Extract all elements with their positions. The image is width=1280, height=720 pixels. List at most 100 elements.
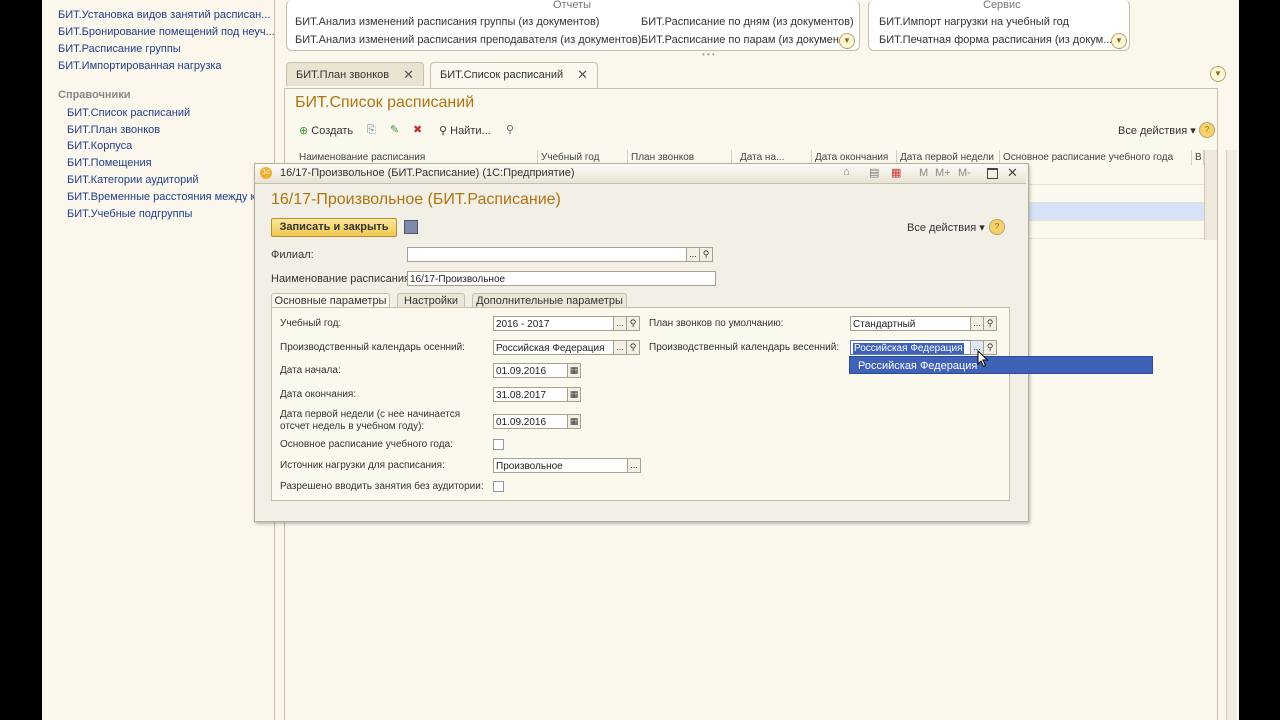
home-icon[interactable]: ⌂	[843, 166, 850, 178]
search-icon[interactable]: ⚲	[699, 247, 713, 262]
report-link-group-changes[interactable]: БИТ.Анализ изменений расписания группы (…	[295, 16, 599, 28]
navigation-panel: БИТ.Установка видов занятий расписан... …	[42, 0, 275, 720]
list-form-title: БИТ.Список расписаний	[295, 94, 475, 111]
autumn-calendar-field[interactable]: Российская Федерация	[493, 340, 614, 355]
nav-link-buildings[interactable]: БИТ.Корпуса	[67, 140, 132, 152]
nav-link-group-schedule[interactable]: БИТ.Расписание группы	[58, 43, 181, 55]
notes-icon[interactable]: ▤	[869, 166, 879, 179]
calendar-icon[interactable]: ▦	[567, 363, 581, 378]
filial-select-button[interactable]: ...	[686, 247, 700, 262]
filial-label: Филиал:	[271, 249, 314, 261]
dialog-help-icon[interactable]: ?	[989, 219, 1005, 235]
search-icon[interactable]: ⚲	[626, 340, 640, 355]
tab-settings[interactable]: Настройки	[397, 293, 465, 308]
report-link-teacher-changes[interactable]: БИТ.Анализ изменений расписания преподав…	[295, 34, 641, 46]
default-bells-field[interactable]: Стандартный	[850, 316, 971, 331]
first-week-field[interactable]: 01.09.2016	[493, 414, 568, 429]
memory-button[interactable]: M	[919, 167, 928, 179]
app-logo-icon: 1c	[260, 167, 272, 179]
window-scrollbar[interactable]	[1226, 150, 1237, 720]
autumn-calendar-select-button[interactable]: ...	[613, 340, 627, 355]
allow-no-room-label: Разрешено вводить занятия без аудитории:	[280, 481, 484, 492]
grid-scrollbar[interactable]	[1204, 150, 1217, 240]
nav-link-room-categories[interactable]: БИТ.Категории аудиторий	[67, 174, 198, 186]
end-date-field[interactable]: 31.08.2017	[493, 387, 568, 402]
calendar-icon[interactable]: ▦	[567, 414, 581, 429]
service-group: Сервис БИТ.Импорт нагрузки на учебный го…	[868, 0, 1130, 51]
report-link-by-pairs[interactable]: БИТ.Расписание по парам (из докумен...	[641, 34, 848, 46]
search-icon[interactable]: ⚲	[626, 316, 640, 331]
close-icon[interactable]: ✕	[1007, 165, 1018, 181]
end-date-label: Дата окончания:	[280, 389, 357, 400]
memory-minus-button[interactable]: M-	[958, 167, 971, 179]
load-source-field[interactable]: Произвольное	[493, 458, 628, 473]
create-button[interactable]: ⊕ Создать	[299, 124, 353, 137]
autocomplete-option[interactable]: Российская Федерация	[849, 356, 1153, 374]
expand-service-icon[interactable]: ▼	[1111, 33, 1127, 49]
nav-link-subgroups[interactable]: БИТ.Учебные подгруппы	[67, 208, 192, 220]
schedule-name-label: Наименование расписания:	[271, 273, 413, 285]
splitter-grip-icon[interactable]: • • •	[702, 50, 715, 59]
first-week-label-line1: Дата первой недели (с нее начинается	[280, 409, 461, 420]
all-actions-menu[interactable]: Все действия ▾	[1118, 124, 1196, 137]
nav-link-room-booking[interactable]: БИТ.Бронирование помещений под неуч...	[58, 26, 275, 38]
maximize-icon[interactable]	[987, 168, 998, 179]
tabs-menu-icon[interactable]: ▼	[1210, 66, 1226, 82]
clear-search-icon[interactable]: ⚲	[506, 123, 514, 136]
nav-link-imported-load[interactable]: БИТ.Импортированная нагрузка	[58, 60, 222, 72]
close-icon[interactable]: ✕	[577, 63, 588, 87]
year-select-button[interactable]: ...	[613, 316, 627, 331]
mouse-cursor-icon	[977, 350, 989, 368]
nav-link-bell-plan[interactable]: БИТ.План звонков	[67, 124, 160, 136]
edit-icon[interactable]: ✎	[390, 123, 399, 136]
save-and-close-button[interactable]: Записать и закрыть	[271, 218, 397, 237]
delete-icon[interactable]: ✖	[413, 123, 422, 136]
memory-plus-button[interactable]: M+	[935, 167, 951, 179]
autumn-calendar-label: Производственный календарь осенний:	[280, 342, 465, 353]
calendar-icon[interactable]: ▦	[567, 387, 581, 402]
copy-icon[interactable]: ⎘	[367, 124, 376, 137]
reports-group: Отчеты БИТ.Анализ изменений расписания г…	[286, 0, 860, 51]
service-link-print-form[interactable]: БИТ.Печатная форма расписания (из докум.…	[879, 34, 1112, 46]
nav-link-schedule-list[interactable]: БИТ.Список расписаний	[67, 107, 190, 119]
default-bells-label: План звонков по умолчанию:	[649, 318, 784, 329]
help-icon[interactable]: ?	[1199, 122, 1215, 138]
form-title: 16/17-Произвольное (БИТ.Расписание)	[271, 191, 561, 208]
search-icon[interactable]: ⚲	[983, 316, 997, 331]
schedule-dialog: 1c 16/17-Произвольное (БИТ.Расписание) (…	[254, 163, 1029, 522]
nav-link-lesson-types[interactable]: БИТ.Установка видов занятий расписан...	[58, 9, 270, 21]
allow-no-room-checkbox[interactable]	[493, 481, 504, 492]
dialog-all-actions-menu[interactable]: Все действия ▾	[907, 221, 985, 234]
tab-label: БИТ.Список расписаний	[440, 69, 564, 81]
tab-bell-plan[interactable]: БИТ.План звонков ✕	[286, 62, 424, 86]
expand-reports-icon[interactable]: ▼	[839, 33, 855, 49]
year-label: Учебный год:	[280, 318, 342, 329]
service-link-import-load[interactable]: БИТ.Импорт нагрузки на учебный год	[879, 16, 1069, 28]
close-icon[interactable]: ✕	[403, 63, 414, 87]
search-icon: ⚲	[439, 125, 448, 137]
nav-link-rooms[interactable]: БИТ.Помещения	[67, 157, 152, 169]
tab-additional-params[interactable]: Дополнительные параметры	[472, 293, 627, 308]
save-icon[interactable]	[404, 220, 418, 234]
main-schedule-checkbox[interactable]	[493, 439, 504, 450]
dialog-titlebar: 1c 16/17-Произвольное (БИТ.Расписание) (…	[255, 164, 1026, 184]
find-button[interactable]: ⚲ Найти...	[439, 124, 491, 137]
nav-link-time-distances[interactable]: БИТ.Временные расстояния между ко...	[67, 191, 271, 203]
filial-field[interactable]	[407, 247, 687, 262]
bells-select-button[interactable]: ...	[970, 316, 984, 331]
load-source-select-button[interactable]: ...	[627, 458, 641, 473]
start-date-field[interactable]: 01.09.2016	[493, 363, 568, 378]
tab-schedule-list[interactable]: БИТ.Список расписаний ✕	[430, 62, 598, 89]
calendar-icon[interactable]: ▦	[891, 166, 901, 179]
reports-title: Отчеты	[553, 0, 592, 11]
tab-label: БИТ.План звонков	[296, 69, 390, 81]
schedule-name-field[interactable]: 16/17-Произвольное	[407, 271, 716, 286]
spring-calendar-field[interactable]: Российская Федерация	[850, 340, 971, 355]
spring-calendar-value: Российская Федерация	[853, 343, 964, 354]
load-source-label: Источник нагрузки для расписания:	[280, 460, 445, 471]
year-field[interactable]: 2016 - 2017	[493, 316, 614, 331]
dialog-window-title: 16/17-Произвольное (БИТ.Расписание) (1С:…	[280, 167, 575, 179]
column-header-more[interactable]: В	[1192, 150, 1204, 165]
service-title: Сервис	[983, 0, 1021, 11]
report-link-by-days[interactable]: БИТ.Расписание по дням (из документов)	[641, 16, 854, 28]
